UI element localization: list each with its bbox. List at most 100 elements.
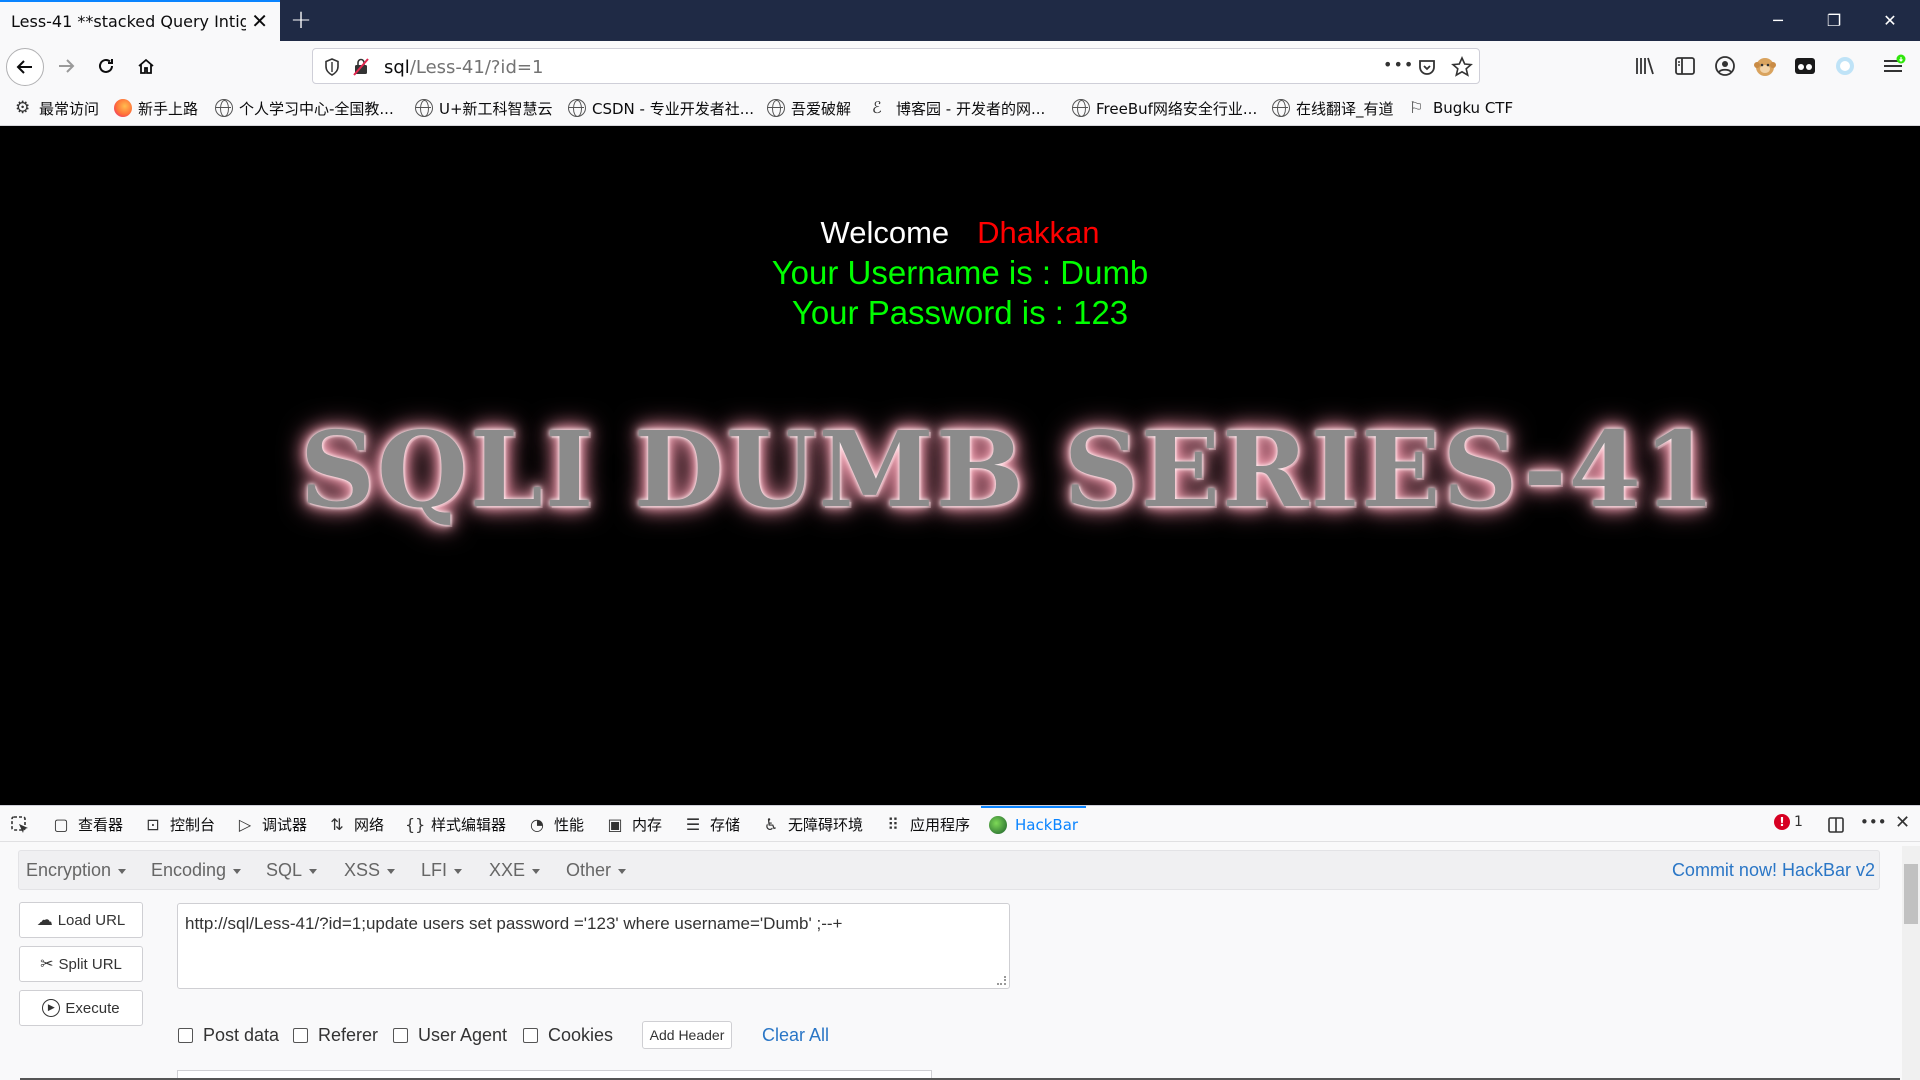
- style-editor-icon: {}: [405, 814, 426, 834]
- tab-console[interactable]: ⊡ 控制台: [144, 806, 215, 842]
- caret-down-icon: [233, 868, 242, 874]
- add-header-button[interactable]: Add Header: [642, 1021, 732, 1049]
- menu-xss[interactable]: XSS: [344, 860, 396, 881]
- menu-xxe[interactable]: XXE: [489, 860, 541, 881]
- insecure-lock-icon[interactable]: [351, 57, 371, 77]
- bookmark-item[interactable]: FreeBuf网络安全行业...: [1072, 98, 1257, 118]
- menu-sql[interactable]: SQL: [266, 860, 318, 881]
- accessibility-icon: ♿: [763, 814, 779, 834]
- scrollbar-thumb[interactable]: [1904, 864, 1918, 924]
- gear-icon: ⚙: [15, 98, 31, 118]
- tab-performance[interactable]: ◔ 性能: [528, 806, 584, 842]
- hackbar-icon: [989, 816, 1007, 834]
- checkbox-box[interactable]: [178, 1028, 193, 1043]
- post-data-checkbox[interactable]: Post data: [178, 1025, 279, 1046]
- network-icon: ⇅: [330, 814, 344, 834]
- url-textarea[interactable]: http://sql/Less-41/?id=1;update users se…: [177, 903, 1010, 989]
- devtools-panel: ▢ 查看器 ⊡ 控制台 ▷ 调试器 ⇅ 网络 {} 样式编辑器 ◔ 性能 ▣ 内存 ☰ 存储 ♿…: [0, 805, 1920, 1080]
- checkbox-box[interactable]: [393, 1028, 408, 1043]
- new-tab-button[interactable]: +: [286, 6, 316, 36]
- resize-grip-icon[interactable]: [997, 976, 1006, 985]
- tab-hackbar[interactable]: HackBar: [981, 806, 1087, 842]
- menu-other[interactable]: Other: [566, 860, 627, 881]
- button-label: Load URL: [57, 911, 126, 929]
- bookmark-item[interactable]: 新手上路: [114, 98, 198, 118]
- tab-label: 控制台: [170, 815, 216, 834]
- devtools-more-icon[interactable]: •••: [1860, 813, 1887, 831]
- tab-label: 调试器: [262, 815, 308, 834]
- error-indicator[interactable]: ! 1: [1774, 814, 1803, 830]
- home-button[interactable]: [128, 49, 164, 83]
- back-button[interactable]: [6, 48, 44, 86]
- url-text[interactable]: sql/Less-41/?id=1: [384, 57, 543, 78]
- browser-tab[interactable]: Less-41 **stacked Query Intiger type** ✕: [0, 0, 280, 41]
- tab-close-icon[interactable]: ✕: [251, 11, 268, 31]
- checkbox-box[interactable]: [523, 1028, 538, 1043]
- library-icon[interactable]: [1632, 53, 1658, 79]
- application-icon: ⠿: [887, 814, 899, 834]
- user-agent-checkbox[interactable]: User Agent: [393, 1025, 507, 1046]
- bookmark-item[interactable]: ℰ 博客园 - 开发者的网...: [872, 98, 1045, 118]
- clear-all-link[interactable]: Clear All: [762, 1025, 829, 1046]
- commit-link[interactable]: Commit now! HackBar v2: [1672, 860, 1875, 881]
- bookmark-item[interactable]: 在线翻译_有道: [1272, 98, 1394, 118]
- monkey-extension-icon[interactable]: [1752, 53, 1778, 79]
- glasses-extension-icon[interactable]: [1792, 53, 1818, 79]
- tab-inspector[interactable]: ▢ 查看器: [52, 806, 123, 842]
- bookmark-star-icon[interactable]: [1451, 56, 1473, 78]
- tab-application[interactable]: ⠿ 应用程序: [884, 806, 970, 842]
- bookmarks-toolbar: ⚙ 最常访问 新手上路 个人学习中心-全国教... U+新工科智慧云 CSDN -…: [0, 90, 1920, 126]
- tab-label: 存储: [710, 815, 741, 834]
- bookmark-label: CSDN - 专业开发者社...: [592, 99, 755, 118]
- reload-button[interactable]: [88, 49, 124, 83]
- forward-button[interactable]: [48, 49, 84, 83]
- tab-storage[interactable]: ☰ 存储: [684, 806, 740, 842]
- menu-encoding[interactable]: Encoding: [151, 860, 242, 881]
- dock-toggle-icon[interactable]: [1826, 815, 1846, 835]
- referer-checkbox[interactable]: Referer: [293, 1025, 378, 1046]
- pocket-icon[interactable]: [1417, 57, 1437, 77]
- password-result: Your Password is : 123: [791, 294, 1129, 331]
- bookmark-item[interactable]: 个人学习中心-全国教...: [215, 98, 394, 118]
- devtools-scrollbar[interactable]: [1902, 846, 1920, 1080]
- load-url-button[interactable]: ☁ Load URL: [19, 902, 143, 938]
- username-result: Your Username is : Dumb: [771, 254, 1149, 291]
- tab-network[interactable]: ⇅ 网络: [328, 806, 384, 842]
- restore-button[interactable]: ❐: [1806, 0, 1862, 41]
- checkbox-box[interactable]: [293, 1028, 308, 1043]
- circle-extension-icon[interactable]: [1832, 53, 1858, 79]
- sidebar-icon[interactable]: [1672, 53, 1698, 79]
- bookmark-item[interactable]: ⚐ Bugku CTF: [1409, 98, 1513, 118]
- tab-accessibility[interactable]: ♿ 无障碍环境: [762, 806, 863, 842]
- split-url-button[interactable]: ✂ Split URL: [19, 946, 143, 982]
- bookmark-item[interactable]: U+新工科智慧云: [415, 98, 553, 118]
- account-icon[interactable]: [1712, 53, 1738, 79]
- bookmark-label: 博客园 - 开发者的网...: [896, 99, 1046, 118]
- caret-down-icon: [618, 868, 627, 874]
- bookmark-item[interactable]: 吾爱破解: [767, 98, 851, 118]
- execute-button[interactable]: ▶ Execute: [19, 990, 143, 1026]
- caret-down-icon: [118, 868, 127, 874]
- caret-down-icon: [532, 868, 541, 874]
- menu-lfi[interactable]: LFI: [421, 860, 463, 881]
- tab-debugger[interactable]: ▷ 调试器: [236, 806, 307, 842]
- bookmark-label: 新手上路: [138, 99, 199, 118]
- menu-encryption[interactable]: Encryption: [26, 860, 127, 881]
- close-window-button[interactable]: ✕: [1862, 0, 1918, 41]
- bookmark-label: 吾爱破解: [791, 99, 852, 118]
- menu-icon[interactable]: [1880, 53, 1906, 79]
- tab-label: HackBar: [1015, 816, 1079, 834]
- bookmark-item[interactable]: ⚙ 最常访问: [15, 98, 99, 118]
- shield-icon[interactable]: [323, 57, 341, 77]
- checkbox-label: User Agent: [418, 1025, 508, 1045]
- element-picker-icon[interactable]: [10, 815, 30, 835]
- cookies-checkbox[interactable]: Cookies: [523, 1025, 613, 1046]
- tab-memory[interactable]: ▣ 内存: [606, 806, 662, 842]
- scissors-icon: ✂: [40, 956, 54, 973]
- minimize-button[interactable]: ─: [1750, 0, 1806, 41]
- url-bar[interactable]: sql/Less-41/?id=1 •••: [312, 48, 1480, 84]
- tab-style-editor[interactable]: {} 样式编辑器: [405, 806, 506, 842]
- bookmark-item[interactable]: CSDN - 专业开发者社...: [568, 98, 754, 118]
- devtools-close-icon[interactable]: ✕: [1895, 812, 1910, 833]
- page-actions-icon[interactable]: •••: [1383, 55, 1414, 74]
